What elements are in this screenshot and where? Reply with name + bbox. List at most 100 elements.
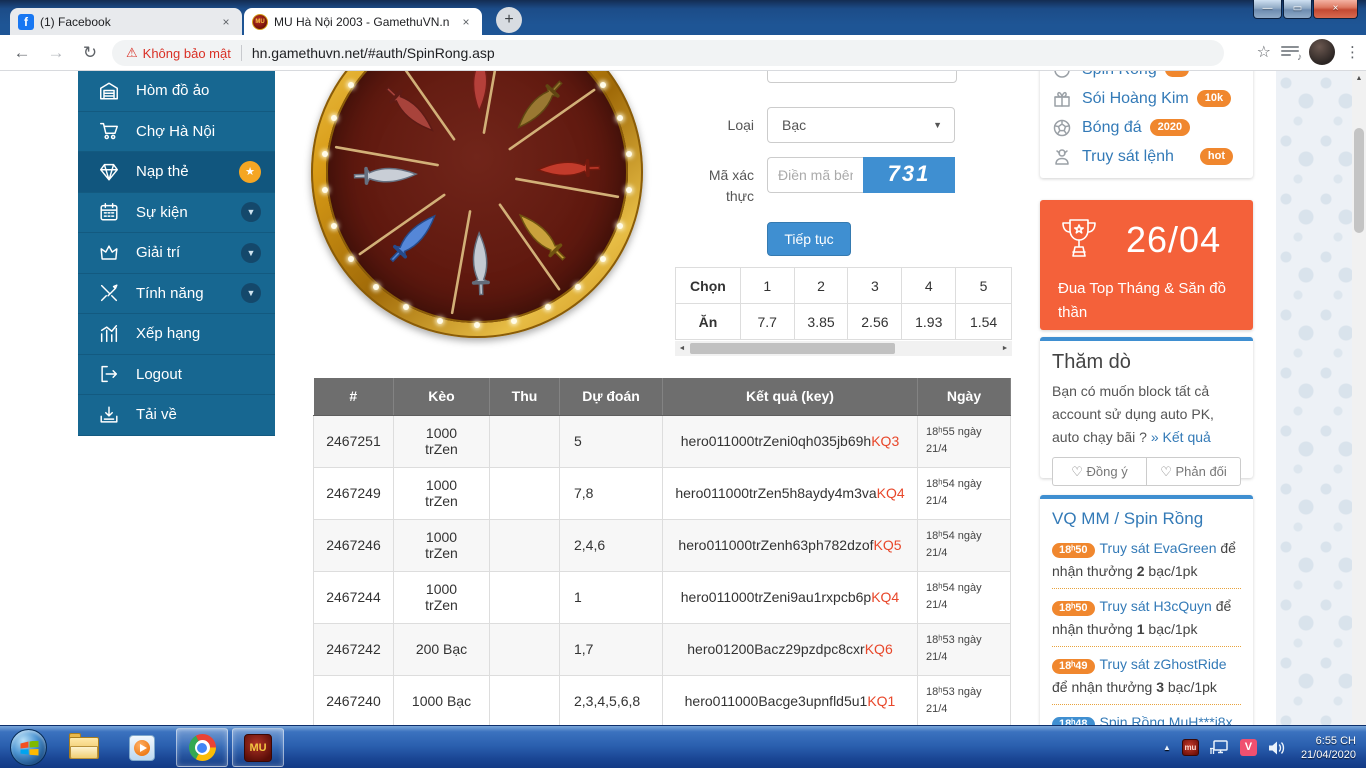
hunter-person-icon <box>1052 147 1072 167</box>
continue-button[interactable]: Tiếp tục <box>767 222 851 256</box>
disagree-button[interactable]: ♡ Phản đối <box>1146 457 1241 486</box>
badge: hot <box>1200 148 1233 165</box>
back-icon[interactable]: ← <box>8 39 36 67</box>
captcha-code[interactable]: 731 <box>863 157 955 193</box>
taskbar-media-player-button[interactable] <box>116 728 168 767</box>
cell-id: 2467240 <box>314 675 394 725</box>
captcha-input[interactable] <box>767 157 863 193</box>
tray-mu-icon[interactable]: mu <box>1182 739 1199 756</box>
warning-icon: ⚠ <box>126 45 138 61</box>
tab-mu-hanoi[interactable]: MU MU Hà Nội 2003 - GamethuVN.n × <box>244 8 482 35</box>
tab-close-icon[interactable]: × <box>218 15 234 29</box>
scroll-right-icon[interactable]: ► <box>998 341 1012 356</box>
feed-player-link[interactable]: Truy sát zGhostRide <box>1100 656 1227 672</box>
gift-icon <box>1052 89 1072 109</box>
sidebar-item-nap-the[interactable]: Nạp thẻ ★ <box>78 152 275 193</box>
divider <box>241 45 242 61</box>
sidebar-item-label: Hòm đồ ảo <box>136 82 209 99</box>
amount-input[interactable] <box>767 71 957 83</box>
sidebar-item-label: Tải về <box>136 406 177 423</box>
restore-button[interactable]: ▭ <box>1283 0 1312 19</box>
tray-v-icon[interactable]: V <box>1240 739 1257 756</box>
tab-facebook[interactable]: f (1) Facebook × <box>10 8 242 35</box>
odds-col[interactable]: 5 <box>956 268 1012 304</box>
forward-icon[interactable]: → <box>42 39 70 67</box>
taskbar-chrome-button[interactable] <box>176 728 228 767</box>
heart-icon: ♡ <box>1071 464 1083 479</box>
system-clock[interactable]: 6:55 CH 21/04/2020 <box>1301 734 1356 762</box>
odds-val: 1.93 <box>902 304 956 340</box>
cell-ket-qua: hero011000trZenh63ph782dzofKQ5 <box>663 519 918 571</box>
scroll-up-icon[interactable]: ▲ <box>1352 75 1366 82</box>
explorer-icon <box>69 737 99 759</box>
feed-title-link[interactable]: VQ MM / Spin Rồng <box>1052 509 1241 529</box>
sidebar-item-logout[interactable]: Logout <box>78 355 275 396</box>
profile-avatar[interactable] <box>1309 39 1335 65</box>
start-button[interactable] <box>10 729 47 766</box>
weapon-icon <box>470 71 490 111</box>
sidebar-item-xep-hang[interactable]: Xếp hạng <box>78 314 275 355</box>
sidebar-item-tai-ve[interactable]: Tải về <box>78 395 275 436</box>
feed-player-link[interactable]: Truy sát H3cQuyn <box>1100 598 1212 614</box>
sidebar-item-hom-do-ao[interactable]: Hòm đồ ảo <box>78 71 275 112</box>
weapon-icon <box>354 165 416 185</box>
scrollbar-thumb[interactable] <box>1354 128 1364 233</box>
table-row: 2467240 1000 Bạc 2,3,4,5,6,8 hero011000B… <box>314 675 1011 725</box>
event-banner[interactable]: 26/04 Đua Top Tháng & Săn đồ thần <box>1040 200 1253 330</box>
odds-col[interactable]: 4 <box>902 268 956 304</box>
cell-id: 2467244 <box>314 571 394 623</box>
taskbar-mu-game-button[interactable]: MU <box>232 728 284 767</box>
feed-item: 18ʰ49Truy sát zGhostRide để nhận thưởng … <box>1052 653 1241 705</box>
history-header-row: # Kèo Thu Dự đoán Kết quả (key) Ngày <box>314 378 1011 415</box>
extension-icon[interactable]: ♪ <box>1281 44 1299 60</box>
close-button[interactable]: × <box>1313 0 1358 19</box>
volume-icon[interactable] <box>1268 740 1286 756</box>
cell-ngay: 18ʰ54 ngày 21/4 <box>918 467 1011 519</box>
wheel-bulb <box>626 187 632 193</box>
quick-link-soi-hoang-kim[interactable]: Sói Hoàng Kim 10k <box>1040 84 1253 113</box>
address-bar[interactable]: ⚠Không bảo mật hn.gamethuvn.net/#auth/Sp… <box>112 40 1224 66</box>
cell-thu <box>490 519 560 571</box>
sidebar-item-cho-ha-noi[interactable]: Chợ Hà Nội <box>78 112 275 153</box>
odds-col[interactable]: 3 <box>848 268 902 304</box>
minimize-button[interactable]: — <box>1253 0 1282 19</box>
bookmark-star-icon[interactable]: ☆ <box>1257 42 1271 62</box>
taskbar-explorer-button[interactable] <box>58 728 110 767</box>
quick-link-spin-rong[interactable]: Spin Rồng <box>1040 71 1253 84</box>
sidebar-item-giai-tri[interactable]: Giải trí ▼ <box>78 233 275 274</box>
soccer-ball-icon <box>1052 118 1072 138</box>
security-chip[interactable]: ⚠Không bảo mật <box>126 45 231 61</box>
tray-expand-icon[interactable]: ▲ <box>1163 743 1171 752</box>
odds-col[interactable]: 2 <box>794 268 848 304</box>
poll-result-link[interactable]: » Kết quả <box>1151 429 1211 445</box>
quick-link-truy-sat-lenh[interactable]: Truy sát lệnh hot <box>1040 142 1253 171</box>
cell-thu <box>490 623 560 675</box>
quick-link-bong-da[interactable]: Bóng đá 2020 <box>1040 113 1253 142</box>
cell-id: 2467251 <box>314 415 394 467</box>
feed-time-badge: 18ʰ48 <box>1052 717 1095 725</box>
odds-horizontal-scrollbar[interactable]: ◄ ► <box>675 341 1012 356</box>
new-tab-button[interactable]: + <box>496 7 522 33</box>
page-scrollbar[interactable]: ▲ <box>1352 71 1366 725</box>
spin-wheel[interactable] <box>311 71 643 338</box>
page-background-pattern <box>1276 71 1352 725</box>
tab-close-icon[interactable]: × <box>458 15 474 29</box>
refresh-icon[interactable]: ↻ <box>76 39 104 67</box>
network-icon[interactable] <box>1210 739 1229 756</box>
clock-date: 21/04/2020 <box>1301 748 1356 762</box>
windows-taskbar: MU ▲ mu V 6:55 CH 21/04/2020 <box>0 725 1366 768</box>
cell-keo: 200 Bạc <box>394 623 490 675</box>
agree-button[interactable]: ♡ Đồng ý <box>1052 457 1146 486</box>
scroll-left-icon[interactable]: ◄ <box>675 341 689 356</box>
feed-player-link[interactable]: Spin Rồng MuH***i8x <box>1100 714 1233 725</box>
sidebar-item-tinh-nang[interactable]: Tính năng ▼ <box>78 274 275 315</box>
odds-col[interactable]: 1 <box>740 268 794 304</box>
type-select[interactable]: Bạc ▼ <box>767 107 955 143</box>
feed-item: 18ʰ48Spin Rồng MuH***i8x đặt 280 ăn 540 … <box>1052 711 1241 725</box>
wheel-bulb <box>600 82 606 88</box>
scrollbar-thumb[interactable] <box>690 343 895 354</box>
sidebar-item-su-kien[interactable]: Sự kiện ▼ <box>78 193 275 234</box>
cell-ngay: 18ʰ55 ngày 21/4 <box>918 415 1011 467</box>
menu-kebab-icon[interactable]: ⋮ <box>1345 43 1360 61</box>
feed-player-link[interactable]: Truy sát EvaGreen <box>1100 540 1217 556</box>
